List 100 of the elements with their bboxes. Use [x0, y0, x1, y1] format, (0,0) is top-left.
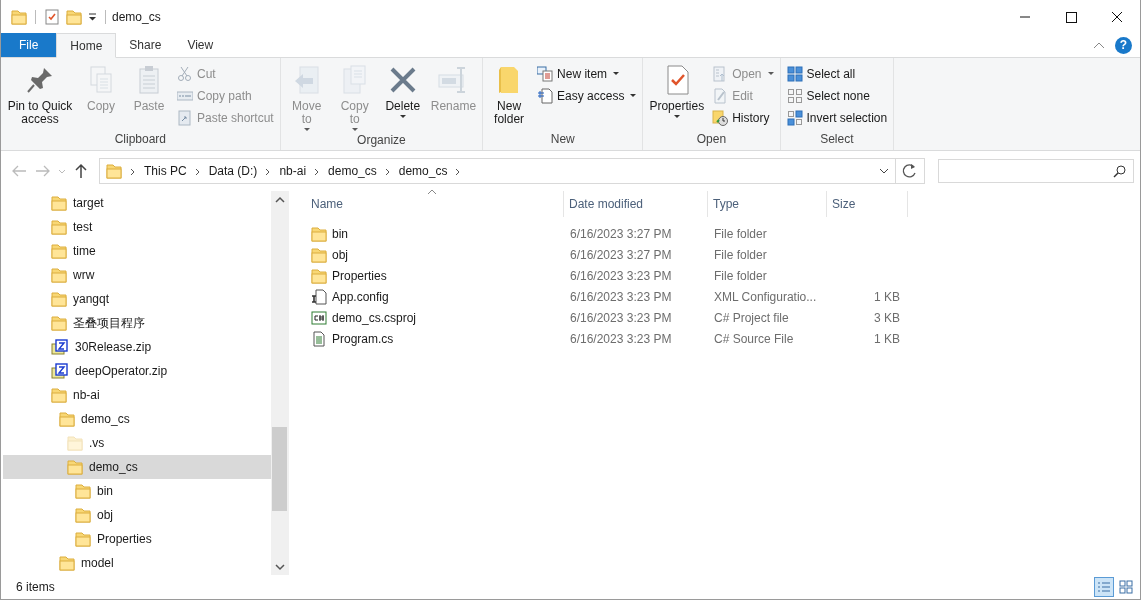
ribbon-button[interactable]: Delete	[379, 62, 426, 120]
group-label: New	[549, 132, 576, 148]
chevron-icon	[194, 167, 201, 176]
collapse-ribbon-icon[interactable]	[1093, 41, 1105, 49]
folder-icon	[51, 195, 67, 211]
table-cell-text: 3 KB	[873, 310, 901, 325]
help-button[interactable]: ?	[1115, 36, 1132, 54]
edit-icon	[712, 87, 729, 104]
file-tab[interactable]: File	[1, 33, 57, 57]
column-header[interactable]: Name	[306, 191, 564, 217]
tree-item[interactable]: target	[3, 191, 271, 215]
tree-item[interactable]: nb-ai	[3, 383, 271, 407]
tree-item[interactable]: test	[3, 215, 271, 239]
table-cell-text: 6/16/2023 3:23 PM	[569, 289, 673, 304]
breadcrumb-item[interactable]: This PC	[144, 164, 187, 178]
tree-item[interactable]: 30Release.zip	[3, 335, 271, 359]
folder-icon[interactable]	[11, 8, 27, 25]
folder-icon	[59, 555, 75, 571]
table-cell-text: File folder	[713, 226, 768, 241]
item-count: 6 items	[16, 580, 55, 594]
large-icons-view-icon[interactable]	[1116, 577, 1136, 597]
ribbon-tab[interactable]: View	[174, 33, 227, 57]
file-name[interactable]: bin	[332, 226, 348, 241]
ribbon-tab[interactable]: Share	[116, 33, 175, 57]
folder-icon	[67, 435, 83, 451]
file-name[interactable]: demo_cs.csproj	[332, 310, 417, 325]
folder-icon	[51, 315, 67, 331]
tree-item[interactable]: bin	[3, 479, 271, 503]
ribbon-button[interactable]: Select all	[783, 64, 891, 83]
address-bar[interactable]: This PC Data (D:) nb-ai demo_cs demo_cs	[99, 158, 896, 184]
table-cell-text: 1 KB	[873, 331, 901, 346]
select-all-icon	[786, 65, 803, 82]
refresh-icon[interactable]	[896, 158, 925, 184]
ribbon-button[interactable]: History	[709, 108, 777, 127]
breadcrumb-item[interactable]: demo_cs	[398, 164, 448, 178]
ribbon-button[interactable]: Invert selection	[783, 108, 891, 127]
ribbon-tab[interactable]: Home	[56, 33, 117, 58]
group-label: Open	[695, 132, 728, 148]
table-cell-text: 6/16/2023 3:27 PM	[569, 247, 673, 262]
tree-item[interactable]: .vs	[3, 431, 271, 455]
ribbon-button[interactable]: Properties	[646, 62, 708, 120]
column-header[interactable]: Size	[827, 191, 908, 217]
table-cell-text: 6/16/2023 3:23 PM	[569, 268, 673, 283]
folder-icon	[51, 387, 67, 403]
zip-file-icon	[51, 339, 69, 355]
new-item-icon	[537, 65, 554, 82]
ribbon-button[interactable]: Select none	[783, 86, 891, 105]
dropdown-icon[interactable]	[879, 168, 889, 174]
search-field[interactable]	[938, 159, 1134, 183]
table-cell-text: 6/16/2023 3:23 PM	[569, 331, 673, 346]
invert-selection-icon	[786, 109, 803, 126]
tree-item[interactable]: 圣叠项目程序	[3, 311, 271, 335]
caret-icon[interactable]	[88, 12, 97, 21]
tree-item[interactable]: model	[3, 551, 271, 575]
table-cell-text: File folder	[713, 268, 768, 283]
window-title: demo_cs	[112, 9, 161, 24]
folder-icon	[75, 483, 91, 499]
folder-icon	[51, 219, 67, 235]
ribbon-button[interactable]: Easy access	[534, 86, 640, 105]
tree-item[interactable]: wrw	[3, 263, 271, 287]
table-cell-text: 1 KB	[873, 289, 901, 304]
scrollbar-thumb[interactable]	[272, 427, 287, 511]
chevron-icon	[130, 167, 136, 176]
ribbon-button[interactable]: New item	[534, 64, 640, 83]
tree-item[interactable]: time	[3, 239, 271, 263]
breadcrumb-item[interactable]: nb-ai	[279, 164, 307, 178]
column-header[interactable]: Date modified	[564, 191, 708, 217]
folder-icon	[75, 531, 91, 547]
breadcrumb-item[interactable]: Data (D:)	[208, 164, 258, 178]
table-cell-text: File folder	[713, 247, 768, 262]
breadcrumb-item[interactable]: demo_cs	[328, 164, 377, 178]
chevron-icon	[455, 167, 462, 176]
ribbon-button[interactable]: Pin to Quick access	[4, 62, 76, 128]
config-file-icon	[311, 288, 327, 305]
file-name[interactable]: Program.cs	[332, 331, 394, 346]
table-cell-text: XML Configuratio...	[713, 289, 818, 304]
group-label: Clipboard	[113, 132, 168, 148]
folder-icon	[51, 267, 67, 283]
properties-icon[interactable]	[44, 8, 60, 25]
file-name[interactable]: App.config	[332, 289, 389, 304]
tree-item[interactable]: deepOperator.zip	[3, 359, 271, 383]
folder-icon	[51, 291, 67, 307]
table-cell-text: 6/16/2023 3:23 PM	[569, 310, 673, 325]
column-header[interactable]: Type	[708, 191, 827, 217]
folder-icon	[67, 459, 83, 475]
folder-icon[interactable]	[66, 8, 82, 25]
folder-icon	[75, 507, 91, 523]
tree-item[interactable]: demo_cs	[3, 455, 271, 479]
ribbon-button[interactable]: New folder	[486, 62, 533, 128]
easy-access-icon	[537, 87, 554, 104]
group-label: Organize	[356, 133, 407, 149]
folder-icon	[311, 267, 327, 284]
tree-item[interactable]: Properties	[3, 527, 271, 551]
table-cell-text: 6/16/2023 3:27 PM	[569, 226, 673, 241]
details-view-icon[interactable]	[1094, 577, 1114, 597]
tree-item[interactable]: demo_cs	[3, 407, 271, 431]
file-name[interactable]: Properties	[332, 268, 387, 283]
tree-item[interactable]: yangqt	[3, 287, 271, 311]
tree-item[interactable]: obj	[3, 503, 271, 527]
file-name[interactable]: obj	[332, 247, 348, 262]
